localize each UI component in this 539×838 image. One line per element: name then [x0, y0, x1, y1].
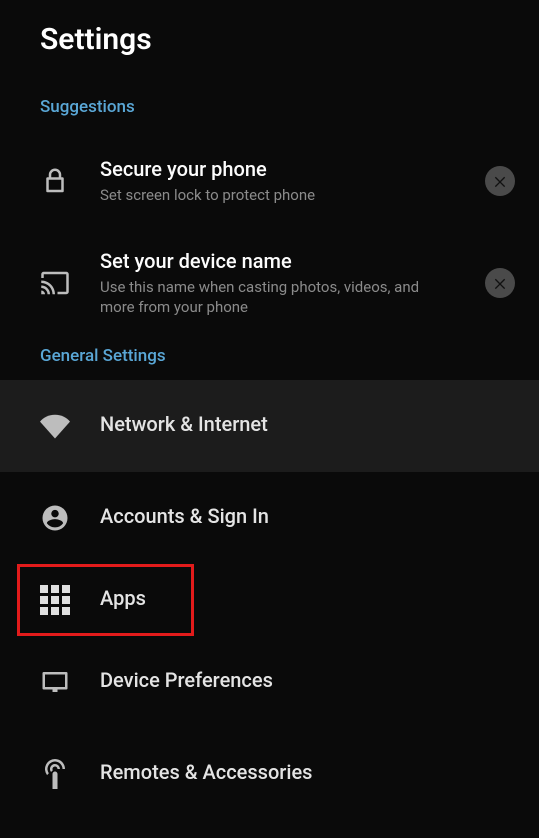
menu-label: Device Preferences — [100, 668, 525, 692]
menu-label: Network & Internet — [100, 412, 525, 436]
section-general-header: General Settings — [0, 336, 539, 380]
account-icon — [40, 503, 100, 533]
suggestion-title: Set your device name — [100, 249, 475, 273]
tv-icon — [40, 667, 100, 697]
suggestion-subtitle: Use this name when casting photos, video… — [100, 277, 420, 318]
menu-label: Accounts & Sign In — [100, 504, 525, 528]
menu-remotes-accessories[interactable]: Remotes & Accessories — [0, 728, 539, 820]
page-title: Settings — [40, 22, 499, 57]
wifi-icon — [40, 411, 100, 441]
menu-label: Apps — [100, 586, 180, 610]
close-icon — [492, 173, 508, 189]
suggestion-text: Set your device name Use this name when … — [100, 249, 475, 318]
dismiss-suggestion-button[interactable] — [485, 166, 515, 196]
suggestion-subtitle: Set screen lock to protect phone — [100, 185, 420, 205]
menu-apps[interactable]: Apps — [17, 564, 194, 636]
settings-header: Settings — [0, 0, 539, 87]
dismiss-suggestion-button[interactable] — [485, 268, 515, 298]
menu-network-internet[interactable]: Network & Internet — [0, 380, 539, 472]
suggestion-title: Secure your phone — [100, 157, 475, 181]
menu-device-preferences[interactable]: Device Preferences — [0, 636, 539, 728]
suggestion-secure-phone[interactable]: Secure your phone Set screen lock to pro… — [0, 131, 539, 231]
section-suggestions-header: Suggestions — [0, 87, 539, 131]
suggestion-text: Secure your phone Set screen lock to pro… — [100, 157, 475, 205]
lock-icon — [40, 166, 100, 196]
remote-icon — [40, 759, 100, 789]
menu-accounts-signin[interactable]: Accounts & Sign In — [0, 472, 539, 564]
close-icon — [492, 275, 508, 291]
suggestion-device-name[interactable]: Set your device name Use this name when … — [0, 231, 539, 336]
apps-icon — [40, 585, 100, 615]
cast-icon — [40, 268, 100, 298]
menu-label: Remotes & Accessories — [100, 760, 525, 784]
